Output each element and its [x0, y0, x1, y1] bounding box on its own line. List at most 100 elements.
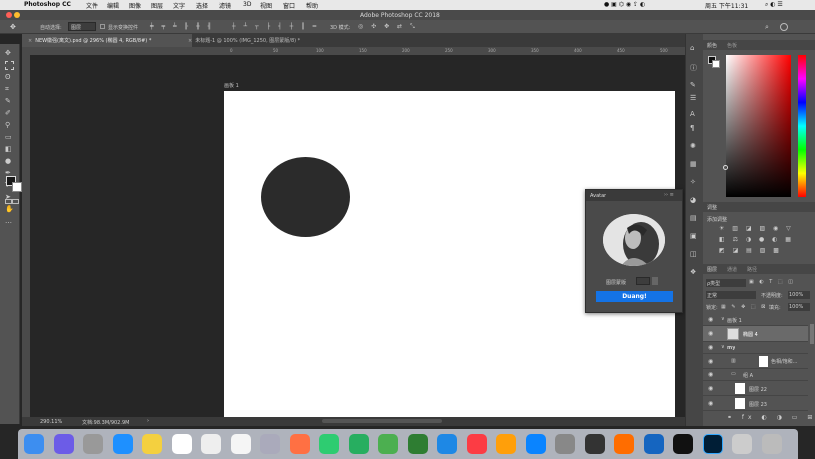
menu-file[interactable]: 文件: [86, 1, 98, 10]
mask-stepper[interactable]: [652, 277, 658, 285]
more-tools[interactable]: …: [5, 217, 14, 226]
calendar-icon[interactable]: [171, 434, 192, 454]
avatar-plugin-icon[interactable]: ◕: [690, 196, 696, 204]
menu-edit[interactable]: 编辑: [107, 1, 119, 10]
books-icon[interactable]: [496, 434, 516, 454]
opacity-value[interactable]: 100%: [788, 291, 810, 299]
menu-image[interactable]: 图像: [129, 1, 141, 10]
move-tool-icon[interactable]: ✥: [10, 23, 16, 31]
close-tab-icon[interactable]: ×: [188, 38, 192, 44]
layer-row-group-my[interactable]: ◉ ∨ my: [703, 342, 808, 354]
transform-checkbox[interactable]: [100, 24, 105, 29]
visibility-eye-icon[interactable]: ◉: [708, 385, 713, 392]
color-picker-field[interactable]: [726, 55, 791, 197]
timeline-icon[interactable]: ◫: [690, 250, 697, 258]
layer-row-hue-saturation[interactable]: ◉ ▥ 色相/饱和...: [703, 354, 808, 369]
launchpad-icon[interactable]: [83, 434, 103, 454]
layer-row-ellipse-selected[interactable]: ◉ 椭圆 4: [703, 326, 808, 342]
visibility-eye-icon[interactable]: ◉: [708, 316, 713, 323]
character-icon[interactable]: A: [690, 110, 695, 118]
blend-mode-dropdown[interactable]: 正常: [706, 291, 756, 299]
maps-icon[interactable]: [378, 434, 398, 454]
trash-icon[interactable]: [761, 434, 782, 454]
history-icon[interactable]: ⌂: [690, 44, 694, 52]
3d-mode-icons[interactable]: ◎ ✣ ✥ ⇄ ⤡: [358, 23, 418, 31]
layers-scrollbar[interactable]: [810, 324, 814, 344]
screen-mode-icon[interactable]: [12, 199, 19, 204]
tab-color[interactable]: 颜色: [707, 42, 717, 49]
artboard-label[interactable]: 画板 1: [224, 82, 239, 89]
styles-icon[interactable]: ✧: [690, 178, 696, 186]
tab-paths[interactable]: 路径: [747, 266, 757, 273]
menu-filter[interactable]: 滤镜: [219, 1, 231, 10]
firefox-icon[interactable]: [614, 434, 634, 454]
color-picker-marker[interactable]: [723, 165, 728, 170]
visibility-eye-icon[interactable]: ◉: [708, 358, 713, 365]
finder-icon[interactable]: [24, 434, 44, 454]
lasso-tool[interactable]: ʘ: [5, 73, 14, 82]
stamp-tool[interactable]: ⚲: [5, 121, 14, 130]
bg-color-swatch[interactable]: [712, 60, 720, 68]
layer-row-group-a[interactable]: ◉ ▭ 组 A: [703, 369, 808, 381]
swatches-grid-icon[interactable]: ▦: [690, 160, 697, 168]
messages-icon[interactable]: [319, 434, 339, 454]
mask-value-field[interactable]: [636, 277, 650, 285]
ellipse-shape[interactable]: [261, 157, 350, 237]
layers-footer-icons[interactable]: ⚭ fx ◐ ◑ ▭ ⊞ 🗑: [727, 414, 815, 421]
visibility-eye-icon[interactable]: ◉: [708, 344, 713, 351]
align-icons[interactable]: ╪ ╤ ╧ ╟ ╫ ╢: [150, 23, 214, 30]
close-window-icon[interactable]: [6, 12, 12, 18]
visibility-eye-icon[interactable]: ◉: [708, 400, 713, 407]
tab-active-document[interactable]: × NEW徽强(离文).psd @ 296% (椭圆 4, RGB/8#) *: [22, 34, 192, 47]
spotlight-icon[interactable]: ⌕ ◐ ☰: [765, 1, 783, 9]
layer-filter-dropdown[interactable]: ρ类型: [706, 279, 746, 287]
close-tab-icon[interactable]: ×: [28, 38, 32, 44]
quicktime-icon[interactable]: [643, 434, 664, 454]
gradient-tool[interactable]: ◧: [5, 145, 14, 154]
menu-window[interactable]: 窗口: [283, 1, 295, 10]
adjustment-icons-row2[interactable]: ◧ ⚖ ◑ ● ◐ ▦: [719, 236, 794, 243]
info-icon[interactable]: ⓘ: [690, 63, 697, 73]
panel-menu-icon[interactable]: ›› ≡: [664, 192, 674, 198]
menu-view[interactable]: 视图: [260, 1, 272, 10]
menu-help[interactable]: 帮助: [306, 1, 318, 10]
keynote-icon[interactable]: [437, 434, 457, 454]
tab-second-document[interactable]: × 未标题-1 @ 100% (IMG_1250, 图层蒙版/8) *: [182, 34, 362, 47]
siri-icon[interactable]: [53, 434, 74, 454]
minimize-window-icon[interactable]: [14, 12, 20, 18]
layer-filter-icons[interactable]: ▣ ◐ T ⬚ ◫: [749, 279, 795, 285]
visibility-eye-icon[interactable]: ◉: [708, 371, 713, 378]
eyedropper-tool[interactable]: ✎: [5, 97, 14, 106]
qq-icon[interactable]: [673, 434, 693, 454]
tab-layers[interactable]: 图层: [707, 266, 717, 273]
plugin-icon[interactable]: ❖: [690, 268, 696, 276]
marquee-tool[interactable]: [5, 61, 14, 70]
brush-tool[interactable]: ✐: [5, 109, 14, 118]
davinci-icon[interactable]: [584, 434, 605, 454]
safari-icon[interactable]: [112, 434, 133, 454]
paragraph-icon[interactable]: ¶: [690, 124, 694, 132]
distribute-icons[interactable]: ┼ ┴ ┬ ├ ┤ ┼ ║ ═: [232, 23, 319, 30]
status-arrow-icon[interactable]: ›: [147, 418, 149, 424]
tab-channels[interactable]: 通道: [727, 266, 737, 273]
workspace-icon[interactable]: [780, 23, 788, 31]
libraries-icon[interactable]: ▤: [690, 214, 697, 222]
move-tool[interactable]: ✥: [5, 49, 14, 58]
actions-icon[interactable]: ▣: [690, 232, 697, 240]
eraser-tool[interactable]: ▭: [5, 133, 14, 142]
photos-icon[interactable]: [289, 434, 310, 454]
hand-tool[interactable]: ✋: [5, 205, 14, 214]
finder-window-icon[interactable]: [732, 434, 752, 454]
expand-chevron-icon[interactable]: ∨: [721, 344, 725, 350]
expand-chevron-icon[interactable]: ∨: [721, 316, 725, 322]
brush-settings-icon[interactable]: ✎: [690, 81, 696, 89]
auto-select-dropdown[interactable]: 图层: [68, 22, 96, 31]
appstore-icon[interactable]: [525, 434, 546, 454]
notes-icon[interactable]: [142, 434, 162, 454]
glyphs-icon[interactable]: ✺: [690, 142, 696, 150]
music-icon[interactable]: [466, 434, 487, 454]
visibility-eye-icon[interactable]: ◉: [708, 330, 713, 337]
photoshop-icon[interactable]: [702, 434, 723, 454]
adjustment-icons-row1[interactable]: ☀ ▥ ◪ ▨ ◉ ▽: [719, 225, 794, 232]
preview-icon[interactable]: [260, 434, 280, 454]
